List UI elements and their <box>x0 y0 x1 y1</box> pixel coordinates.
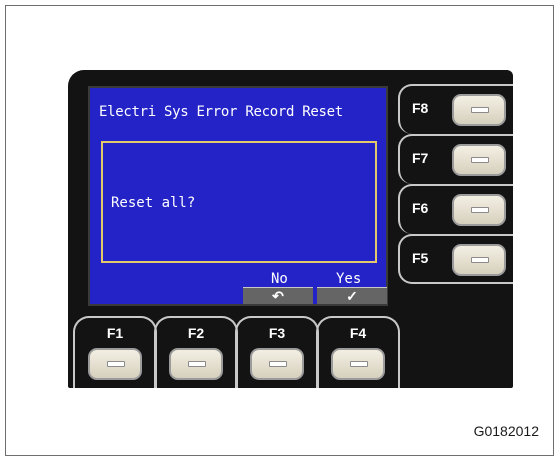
f1-button[interactable] <box>88 348 142 380</box>
f3-button[interactable] <box>250 348 304 380</box>
side-key-f6-group: F6 <box>398 184 513 234</box>
f2-label: F2 <box>187 325 205 341</box>
confirm-dialog: Reset all? <box>101 141 377 263</box>
f7-label: F7 <box>412 150 429 166</box>
bottom-key-f1-group: F1 <box>73 316 157 388</box>
f1-label: F1 <box>106 325 124 341</box>
side-key-f8-group: F8 <box>398 84 513 134</box>
f7-button[interactable] <box>452 144 506 176</box>
f2-button[interactable] <box>169 348 223 380</box>
monitor-panel: Electri Sys Error Record Reset Reset all… <box>68 70 513 388</box>
f3-label: F3 <box>268 325 286 341</box>
f8-label: F8 <box>412 100 429 116</box>
figure-frame: Electri Sys Error Record Reset Reset all… <box>5 5 554 456</box>
dialog-message: Reset all? <box>111 195 196 211</box>
side-key-f7-group: F7 <box>398 134 513 184</box>
undo-arrow-icon: ↶ <box>243 287 313 304</box>
bottom-key-f4-group: F4 <box>316 316 400 388</box>
f8-button[interactable] <box>452 94 506 126</box>
f6-button[interactable] <box>452 194 506 226</box>
figure-code: G0182012 <box>473 423 539 439</box>
f5-label: F5 <box>412 250 429 266</box>
side-key-f5-group: F5 <box>398 234 513 284</box>
f6-label: F6 <box>412 200 429 216</box>
soft-label-yes: Yes <box>336 271 362 287</box>
check-icon: ✓ <box>317 287 387 304</box>
screen-title: Electri Sys Error Record Reset <box>99 104 343 120</box>
bottom-key-f2-group: F2 <box>154 316 238 388</box>
bottom-key-f3-group: F3 <box>235 316 319 388</box>
f4-label: F4 <box>349 325 367 341</box>
lcd-screen: Electri Sys Error Record Reset Reset all… <box>88 86 388 306</box>
soft-label-no: No <box>271 271 288 287</box>
f4-button[interactable] <box>331 348 385 380</box>
f5-button[interactable] <box>452 244 506 276</box>
side-key-column: F8 F7 F6 F5 <box>398 84 513 344</box>
